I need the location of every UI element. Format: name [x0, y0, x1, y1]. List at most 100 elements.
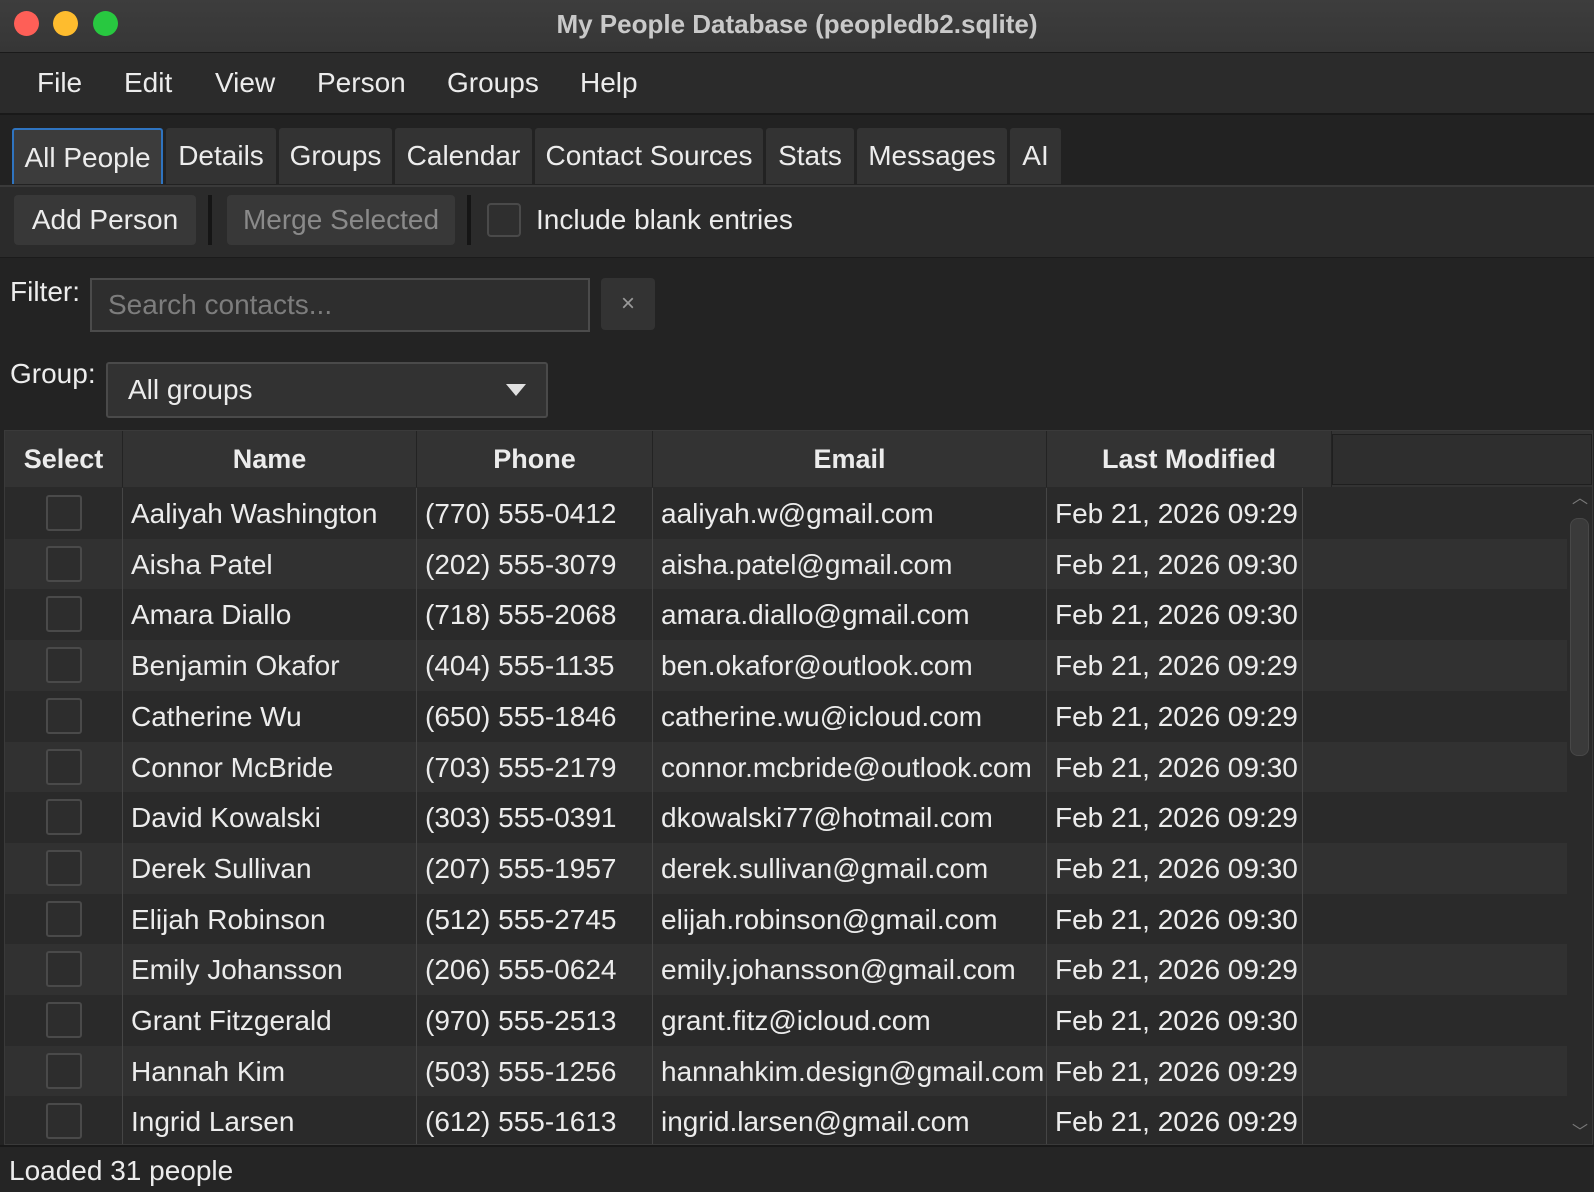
- cell-name: Aaliyah Washington: [131, 498, 378, 529]
- row-select-checkbox[interactable]: [46, 697, 82, 734]
- tab-bar: All People Details Groups Calendar Conta…: [0, 115, 1594, 187]
- status-text: Loaded 31 people: [9, 1155, 234, 1186]
- scrollbar-thumb[interactable]: [1570, 518, 1589, 756]
- add-person-button[interactable]: Add Person: [14, 195, 196, 245]
- menu-groups[interactable]: Groups: [447, 53, 539, 113]
- table-row[interactable]: Emily Johansson (206) 555-0624 emily.johan…: [5, 944, 1567, 997]
- merge-selected-button[interactable]: Merge Selected: [227, 195, 455, 245]
- cell-email: ben.okafor@outlook.com: [661, 650, 973, 682]
- tab-messages[interactable]: Messages: [857, 128, 1007, 184]
- chevron-down-icon: [506, 384, 526, 396]
- table-row[interactable]: Ingrid Larsen (612) 555-1613 ingrid.larsen…: [5, 1096, 1567, 1144]
- row-select-checkbox[interactable]: [46, 799, 82, 836]
- row-select-checkbox[interactable]: [46, 1103, 82, 1140]
- title-bar: My People Database (peopledb2.sqlite): [0, 0, 1594, 53]
- table-row[interactable]: Aisha Patel (202) 555-3079 aisha.patel@gma…: [5, 538, 1567, 591]
- chevron-down-icon[interactable]: ﹀: [1572, 1125, 1588, 1141]
- row-select-checkbox[interactable]: [46, 495, 82, 531]
- cell-email: amara.diallo@gmail.com: [661, 599, 970, 631]
- cell-email: aaliyah.w@gmail.com: [661, 498, 934, 529]
- header-phone[interactable]: Phone: [417, 431, 653, 487]
- menu-person[interactable]: Person: [317, 53, 406, 113]
- status-bar: Loaded 31 people: [0, 1145, 1594, 1192]
- cell-name: Amara Diallo: [131, 599, 292, 631]
- cell-last-modified: Feb 21, 2026 09:30: [1055, 852, 1298, 884]
- menu-help[interactable]: Help: [580, 53, 638, 113]
- table-row[interactable]: Connor McBride (703) 555-2179 connor.mcbri…: [5, 741, 1567, 794]
- table-scrollbar[interactable]: ︿ ﹀: [1567, 488, 1592, 1144]
- tab-contact-sources[interactable]: Contact Sources: [535, 128, 763, 184]
- cell-email: connor.mcbride@outlook.com: [661, 751, 1032, 783]
- row-select-checkbox[interactable]: [46, 1002, 82, 1038]
- cell-last-modified: Feb 21, 2026 09:30: [1055, 751, 1298, 783]
- group-select[interactable]: All groups: [106, 362, 548, 418]
- header-last-modified[interactable]: Last Modified: [1047, 431, 1332, 487]
- cell-phone: (303) 555-0391: [425, 802, 617, 834]
- table-header: Select Name Phone Email Last Modified: [5, 431, 1592, 487]
- row-select-checkbox[interactable]: [46, 748, 82, 785]
- include-blank-checkbox[interactable]: [487, 203, 521, 237]
- table-row[interactable]: Derek Sullivan (207) 555-1957 derek.sulliv…: [5, 842, 1567, 895]
- tab-stats[interactable]: Stats: [766, 128, 854, 184]
- header-name[interactable]: Name: [123, 431, 417, 487]
- table-row[interactable]: Hannah Kim (503) 555-1256 hannahkim.design…: [5, 1045, 1567, 1098]
- toolbar-separator: [208, 195, 212, 245]
- search-input[interactable]: [90, 278, 590, 332]
- chevron-up-icon[interactable]: ︿: [1572, 491, 1588, 507]
- cell-last-modified: Feb 21, 2026 09:29: [1055, 802, 1298, 834]
- app-window: My People Database (peopledb2.sqlite) Fi…: [0, 0, 1594, 1192]
- header-select[interactable]: Select: [5, 431, 123, 487]
- table-row[interactable]: Catherine Wu (650) 555-1846 catherine.wu@i…: [5, 690, 1567, 743]
- cell-last-modified: Feb 21, 2026 09:29: [1055, 700, 1298, 732]
- toolbar-separator: [467, 195, 471, 245]
- table-row[interactable]: Amara Diallo (718) 555-2068 amara.diallo@g…: [5, 589, 1567, 642]
- row-select-checkbox[interactable]: [46, 1052, 82, 1089]
- tab-ai[interactable]: AI: [1010, 128, 1061, 184]
- cell-name: Ingrid Larsen: [131, 1106, 295, 1138]
- cell-phone: (206) 555-0624: [425, 954, 617, 986]
- cell-phone: (703) 555-2179: [425, 751, 617, 783]
- menu-edit[interactable]: Edit: [124, 53, 172, 113]
- cell-phone: (970) 555-2513: [425, 1005, 617, 1036]
- row-select-checkbox[interactable]: [46, 951, 82, 988]
- cell-email: dkowalski77@hotmail.com: [661, 802, 993, 834]
- cell-name: Derek Sullivan: [131, 852, 312, 884]
- column-divider: [416, 488, 417, 1144]
- row-select-checkbox[interactable]: [46, 647, 82, 684]
- cell-name: Benjamin Okafor: [131, 650, 340, 682]
- cell-name: Catherine Wu: [131, 700, 302, 732]
- menu-view[interactable]: View: [215, 53, 275, 113]
- filter-panel: Filter: × Group: All groups: [0, 258, 1594, 425]
- row-select-checkbox[interactable]: [46, 900, 82, 937]
- tab-all-people[interactable]: All People: [12, 128, 163, 184]
- cell-phone: (650) 555-1846: [425, 700, 617, 732]
- cell-phone: (207) 555-1957: [425, 852, 617, 884]
- menu-file[interactable]: File: [37, 53, 82, 113]
- toolbar: Add Person Merge Selected Include blank …: [0, 187, 1594, 258]
- cell-name: David Kowalski: [131, 802, 321, 834]
- header-email[interactable]: Email: [653, 431, 1047, 487]
- cell-last-modified: Feb 21, 2026 09:29: [1055, 650, 1298, 682]
- people-table: Select Name Phone Email Last Modified Aa…: [4, 430, 1593, 1145]
- cell-phone: (512) 555-2745: [425, 903, 617, 935]
- table-row[interactable]: Elijah Robinson (512) 555-2745 elijah.robi…: [5, 893, 1567, 946]
- tab-groups[interactable]: Groups: [279, 128, 392, 184]
- cell-last-modified: Feb 21, 2026 09:30: [1055, 903, 1298, 935]
- table-row[interactable]: Benjamin Okafor (404) 555-1135 ben.okafor@…: [5, 640, 1567, 693]
- cell-name: Aisha Patel: [131, 548, 273, 580]
- filter-label: Filter:: [10, 276, 80, 307]
- tab-details[interactable]: Details: [166, 128, 276, 184]
- include-blank-label: Include blank entries: [536, 204, 793, 235]
- table-row[interactable]: Grant Fitzgerald (970) 555-2513 grant.fitz…: [5, 995, 1567, 1047]
- cell-name: Grant Fitzgerald: [131, 1005, 332, 1036]
- table-row[interactable]: Aaliyah Washington (770) 555-0412 aaliyah.…: [5, 488, 1567, 540]
- row-select-checkbox[interactable]: [46, 596, 82, 633]
- cell-email: aisha.patel@gmail.com: [661, 548, 953, 580]
- clear-search-button[interactable]: ×: [601, 278, 655, 330]
- tab-calendar[interactable]: Calendar: [395, 128, 532, 184]
- cell-name: Emily Johansson: [131, 954, 343, 986]
- table-row[interactable]: David Kowalski (303) 555-0391 dkowalski77@…: [5, 792, 1567, 845]
- row-select-checkbox[interactable]: [46, 849, 82, 886]
- row-select-checkbox[interactable]: [46, 545, 82, 582]
- column-divider: [1046, 488, 1047, 1144]
